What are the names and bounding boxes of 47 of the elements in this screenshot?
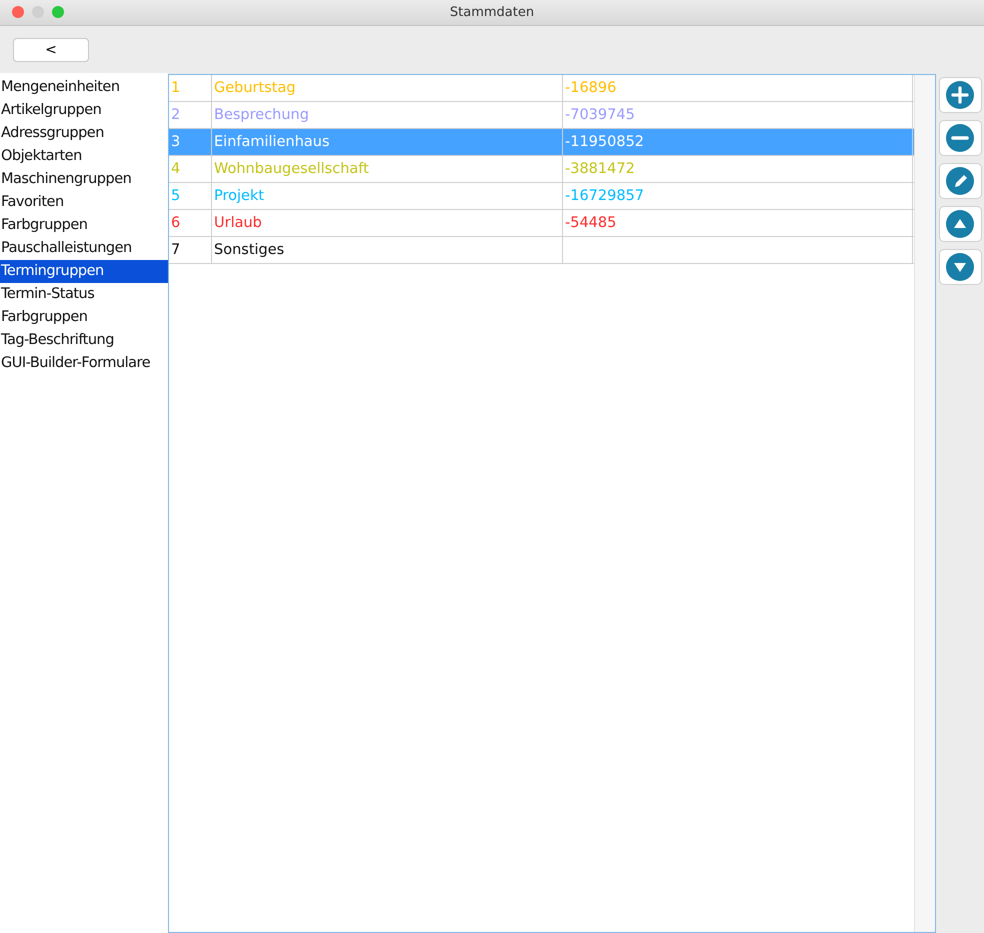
table-cell: 5 [169,183,212,209]
table-cell: Projekt [212,183,563,209]
table-cell: 1 [169,75,212,101]
sidebar-item[interactable]: Tag-Beschriftung [0,329,168,352]
sidebar-item[interactable]: Objektarten [0,145,168,168]
sidebar-item[interactable]: Farbgruppen [0,214,168,237]
table-cell: -16896 [563,75,913,101]
sidebar-item[interactable]: Pauschalleistungen [0,237,168,260]
table-cell: 4 [169,156,212,182]
table-row[interactable]: 7 Sonstiges [169,237,914,264]
table-cell: Sonstiges [212,237,563,263]
table-cell: Wohnbaugesellschaft [212,156,563,182]
sidebar-item[interactable]: Artikelgruppen [0,99,168,122]
move-up-button[interactable] [938,206,982,242]
table-cell: -54485 [563,210,913,236]
add-icon [945,80,975,110]
table-cell: 3 [169,129,212,155]
table-cell: -11950852 [563,129,913,155]
add-button[interactable] [938,77,982,113]
table-cell: 7 [169,237,212,263]
remove-icon [945,123,975,153]
scrollbar[interactable] [914,75,935,932]
sidebar-item[interactable]: Termin-Status [0,283,168,306]
table-cell: -7039745 [563,102,913,128]
table-cell: 2 [169,102,212,128]
table-cell: Geburtstag [212,75,563,101]
sidebar-item[interactable]: Farbgruppen [0,306,168,329]
table-cell: Besprechung [212,102,563,128]
sidebar-item[interactable]: Mengeneinheiten [0,76,168,99]
pencil-icon [945,166,975,196]
table-cell: Urlaub [212,210,563,236]
sidebar-item[interactable]: Termingruppen [0,260,168,283]
table-cell: Einfamilienhaus [212,129,563,155]
table-cell: -3881472 [563,156,913,182]
sidebar-item[interactable]: Favoriten [0,191,168,214]
remove-button[interactable] [938,120,982,156]
table-row[interactable]: 6 Urlaub -54485 [169,210,914,237]
move-down-button[interactable] [938,249,982,285]
table-cell: -16729857 [563,183,913,209]
sidebar-item[interactable]: Adressgruppen [0,122,168,145]
close-button[interactable] [12,6,24,18]
sidebar-item[interactable]: Maschinengruppen [0,168,168,191]
sidebar-item[interactable]: GUI-Builder-Formulare [0,352,168,375]
edit-button[interactable] [938,163,982,199]
table-cell: 6 [169,210,212,236]
back-button[interactable]: < [13,38,89,62]
window-title: Stammdaten [450,5,534,20]
